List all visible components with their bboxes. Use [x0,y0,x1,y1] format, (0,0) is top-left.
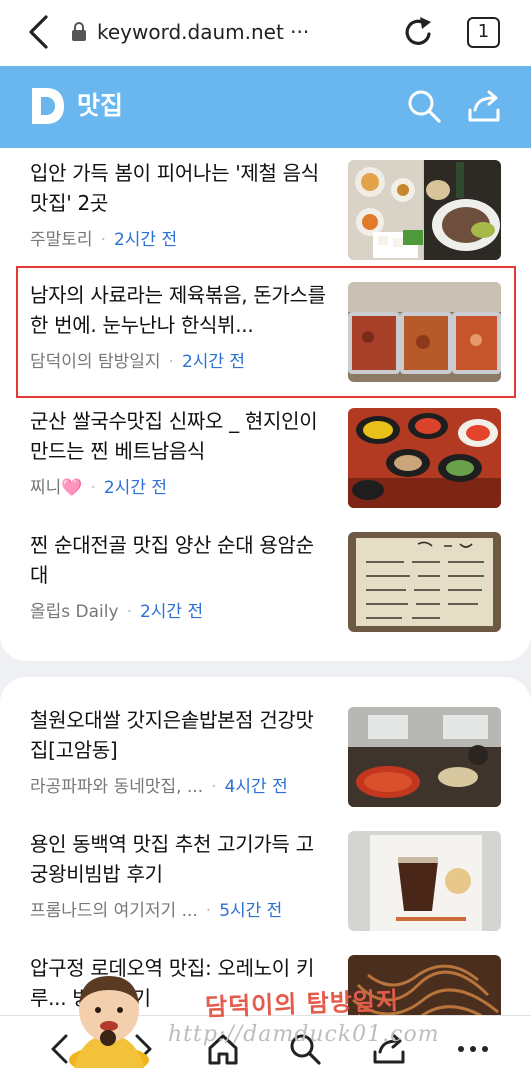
address-bar[interactable]: keyword.daum.net ··· [97,17,309,47]
daum-logo-icon[interactable] [30,86,66,126]
item-time: 2시간 전 [139,602,204,622]
item-meta: 프롬나드의 여기저기 ... · 5시간 전 [30,901,283,921]
watermark-url: http://damduck01.com [168,1022,440,1047]
item-meta: 찌니🩷 · 2시간 전 [30,478,167,498]
item-title[interactable]: 용인 동백역 맛집 추천 고기가득 고궁왕비빔밥 후기 [30,829,326,889]
item-source: 라공파파와 동네맛집, ... [30,777,204,797]
more-icon[interactable] [456,1032,490,1066]
item-title[interactable]: 군산 쌀국수맛집 신짜오 _ 현지인이 만드는 찐 베트남음식 [30,406,326,466]
list-item[interactable]: 철원오대쌀 갓지은솥밥본점 건강맛집[고암동] 라공파파와 동네맛집, ... ·… [0,695,531,817]
item-source: 담덕이의 탐방일지 [30,352,161,372]
thumbnail-image[interactable] [348,160,501,260]
tab-count-button[interactable]: 1 [467,17,500,48]
list-item[interactable]: 남자의 사료라는 제육볶음, 돈가스를 한 번에. 눈누난나 한식뷔... 담덕… [0,270,531,392]
item-title[interactable]: 남자의 사료라는 제육볶음, 돈가스를 한 번에. 눈누난나 한식뷔... [30,280,326,340]
item-source: 주말토리 [30,230,93,250]
news-card-1: 입안 가득 봄이 피어나는 '제철 음식 맛집' 2곳 주말토리·2시간 전 [0,148,531,661]
search-icon[interactable] [406,88,442,124]
watermark-name: 담덕이의 탐방일지 [204,985,400,1022]
item-title[interactable]: 입안 가득 봄이 피어나는 '제철 음식 맛집' 2곳 [30,158,326,218]
reload-icon[interactable] [402,15,434,49]
item-meta: 담덕이의 탐방일지 · 2시간 전 [30,352,246,372]
item-source: 올립s Daily [30,602,119,622]
thumbnail-image[interactable] [348,282,501,382]
item-source: 찌니🩷 [30,478,83,498]
item-meta: 주말토리 · 2시간 전 [30,230,178,250]
item-time: 2시간 전 [181,352,246,372]
item-meta: 올립s Daily · 2시간 전 [30,602,204,622]
thumbnail-image[interactable] [348,831,501,931]
item-time: 2시간 전 [103,478,167,498]
page-title: 맛집 [77,91,124,120]
item-time: 4시간 전 [224,777,288,797]
list-item[interactable]: 입안 가득 봄이 피어나는 '제철 음식 맛집' 2곳 주말토리 · 2시간 전 [0,148,531,270]
thumbnail-image[interactable] [348,408,501,508]
back-arrow-icon[interactable] [26,14,52,50]
lock-icon [72,22,86,41]
share-icon[interactable] [466,88,502,124]
item-meta: 라공파파와 동네맛집, ... · 4시간 전 [30,777,288,797]
list-item[interactable]: 찐 순대전골 맛집 양산 순대 용암순대 올립s Daily · 2시간 전 [0,520,531,642]
list-item[interactable]: 군산 쌀국수맛집 신짜오 _ 현지인이 만드는 찐 베트남음식 찌니🩷 · 2시간 … [0,396,531,518]
browser-toolbar: keyword.daum.net ··· 1 [0,0,531,66]
avatar [69,976,149,1068]
daum-header: 맛집 [0,66,531,148]
item-title[interactable]: 찐 순대전골 맛집 양산 순대 용암순대 [30,530,326,590]
item-time: 5시간 전 [219,901,283,921]
item-time: 2시간 전 [113,230,178,250]
thumbnail-image[interactable] [348,707,501,807]
item-title[interactable]: 철원오대쌀 갓지은솥밥본점 건강맛집[고암동] [30,705,326,765]
thumbnail-image[interactable] [348,532,501,632]
item-source: 프롬나드의 여기저기 ... [30,901,198,921]
list-item[interactable]: 용인 동백역 맛집 추천 고기가득 고궁왕비빔밥 후기 프롬나드의 여기저기 .… [0,819,531,941]
